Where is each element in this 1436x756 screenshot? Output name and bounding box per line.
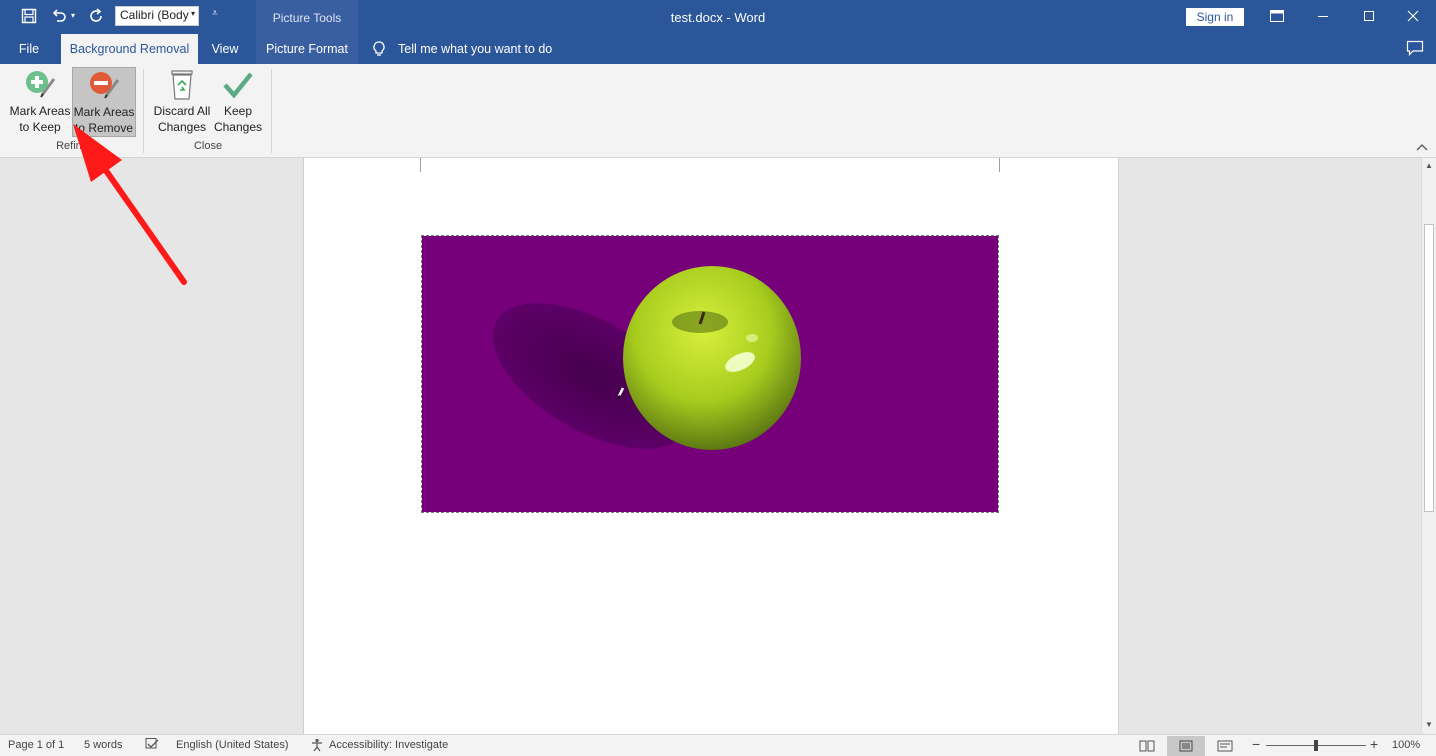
document-workspace xyxy=(0,158,1421,734)
customize-qat-icon[interactable]: ⩡ xyxy=(212,8,218,19)
redo-icon[interactable] xyxy=(85,4,109,28)
mark-keep-label-1: Mark Areas xyxy=(9,104,71,118)
ribbon: Mark Areas to Keep Mark Areas to Remove … xyxy=(0,64,1436,158)
zoom-out-icon[interactable]: − xyxy=(1252,736,1260,752)
lightbulb-icon xyxy=(373,41,385,56)
sign-in-button[interactable]: Sign in xyxy=(1186,8,1244,26)
close-icon[interactable] xyxy=(1390,0,1436,32)
close-group-label: Close xyxy=(193,140,223,152)
zoom-level[interactable]: 100% xyxy=(1392,739,1420,751)
word-count[interactable]: 5 words xyxy=(84,739,123,751)
save-icon[interactable] xyxy=(17,4,41,28)
tab-background-removal[interactable]: Background Removal xyxy=(61,34,198,64)
chevron-down-icon: ▾ xyxy=(190,9,195,18)
zoom-slider-thumb[interactable] xyxy=(1314,740,1318,751)
refine-group-label: Refine xyxy=(56,140,88,152)
undo-icon[interactable] xyxy=(47,4,71,28)
read-mode-icon[interactable] xyxy=(1128,736,1166,756)
comment-icon[interactable] xyxy=(1406,40,1424,56)
group-divider xyxy=(271,69,272,153)
mark-remove-icon xyxy=(84,68,124,104)
keep-changes-label-1: Keep xyxy=(223,104,253,118)
mark-keep-icon xyxy=(20,67,60,103)
mark-remove-label-2: to Remove xyxy=(74,121,134,135)
scroll-thumb[interactable] xyxy=(1424,224,1434,512)
keep-changes-button[interactable]: Keep Changes xyxy=(210,67,266,137)
apple-picture[interactable] xyxy=(421,235,999,513)
keep-changes-label-2: Changes xyxy=(213,120,263,134)
keep-changes-icon xyxy=(218,67,258,103)
zoom-in-icon[interactable]: + xyxy=(1370,736,1378,752)
restore-ribbon-icon[interactable] xyxy=(1254,0,1300,32)
tell-me-search[interactable]: Tell me what you want to do xyxy=(372,34,552,64)
group-divider xyxy=(143,69,144,153)
vertical-scrollbar[interactable]: ▲ ▼ xyxy=(1421,158,1436,734)
mark-keep-label-2: to Keep xyxy=(19,120,61,134)
tab-view[interactable]: View xyxy=(204,34,246,64)
undo-dropdown-icon[interactable]: ▾ xyxy=(71,11,75,20)
title-bar: ▾ Calibri (Body ▾ ⩡ Picture Tools test.d… xyxy=(0,0,1436,64)
document-page[interactable] xyxy=(303,158,1119,734)
proofing-icon[interactable] xyxy=(144,737,160,754)
tell-me-text: Tell me what you want to do xyxy=(398,42,553,56)
font-name-box[interactable]: Calibri (Body ▾ xyxy=(115,6,199,26)
collapse-ribbon-icon[interactable] xyxy=(1414,140,1430,154)
minimize-icon[interactable] xyxy=(1300,0,1346,32)
status-bar: Page 1 of 1 5 words English (United Stat… xyxy=(0,734,1436,756)
discard-label-1: Discard All xyxy=(153,104,211,118)
maximize-icon[interactable] xyxy=(1346,0,1392,32)
tab-file[interactable]: File xyxy=(10,34,48,64)
web-layout-icon[interactable] xyxy=(1206,736,1244,756)
discard-icon xyxy=(162,67,202,103)
page-count[interactable]: Page 1 of 1 xyxy=(8,739,64,751)
accessibility-status[interactable]: Accessibility: Investigate xyxy=(329,739,448,751)
margin-corner-right xyxy=(999,158,1021,172)
mark-areas-to-keep-button[interactable]: Mark Areas to Keep xyxy=(8,67,72,137)
picture-tools-label: Picture Tools xyxy=(272,11,342,25)
tab-picture-format[interactable]: Picture Format xyxy=(256,34,358,64)
print-layout-icon[interactable] xyxy=(1167,736,1205,756)
scroll-down-icon[interactable]: ▼ xyxy=(1424,720,1434,730)
discard-all-changes-button[interactable]: Discard All Changes xyxy=(150,67,214,137)
mark-areas-to-remove-button[interactable]: Mark Areas to Remove xyxy=(72,67,136,137)
language-indicator[interactable]: English (United States) xyxy=(176,739,289,751)
mark-remove-label-1: Mark Areas xyxy=(73,105,135,119)
margin-corner-left xyxy=(399,158,421,172)
accessibility-icon xyxy=(310,738,326,755)
font-name-value: Calibri (Body xyxy=(120,8,189,22)
scroll-up-icon[interactable]: ▲ xyxy=(1424,161,1434,171)
discard-label-2: Changes xyxy=(157,120,207,134)
